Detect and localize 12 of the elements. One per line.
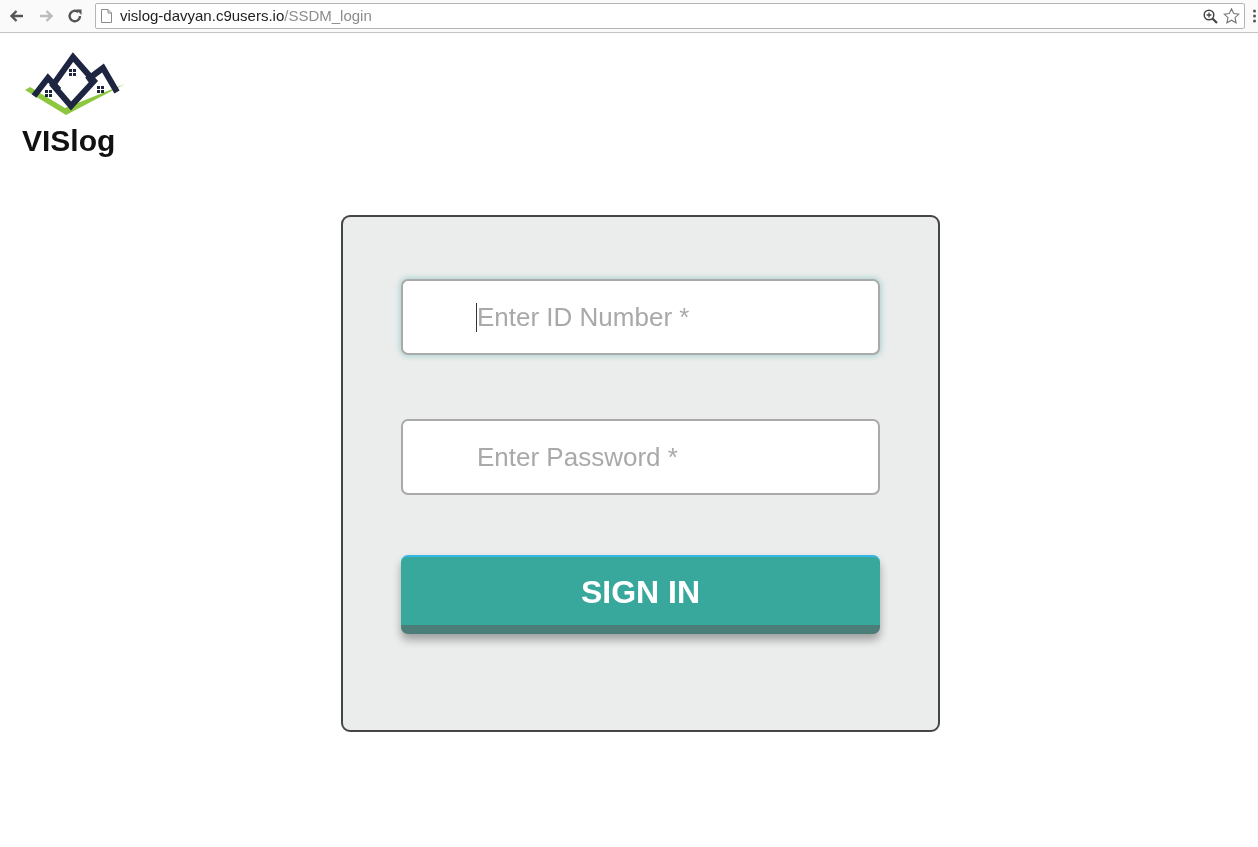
input-field[interactable]: Enter ID Number * <box>401 279 880 355</box>
address-bar[interactable]: vislog-davyan.c9users.io/SSDM_login <box>95 3 1245 29</box>
page-icon <box>101 9 112 23</box>
zoom-icon[interactable] <box>1203 8 1218 24</box>
back-icon[interactable] <box>9 8 25 24</box>
text-cursor-icon <box>476 303 477 332</box>
url-text: vislog-davyan.c9users.io/SSDM_login <box>120 7 372 25</box>
reload-icon[interactable] <box>67 8 83 24</box>
bookmark-star-icon[interactable] <box>1223 8 1240 24</box>
menu-icon[interactable] <box>1253 9 1256 23</box>
input-field[interactable]: Enter Password * <box>401 419 880 495</box>
logo-text: VISlog <box>22 124 113 158</box>
